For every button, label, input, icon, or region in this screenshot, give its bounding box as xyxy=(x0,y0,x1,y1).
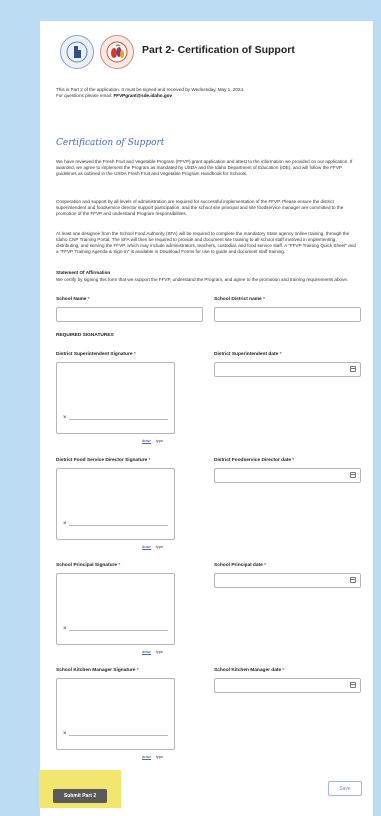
food-service-director-signature-label: District Food Service Director Signature… xyxy=(56,458,151,463)
contact-email-link[interactable]: FFVPgrant@sde.idaho.gov xyxy=(113,93,172,98)
superintendent-date-input[interactable] xyxy=(214,362,361,377)
affirmation-text: We certify by signing this form that we … xyxy=(56,277,349,282)
signature-x-mark: × xyxy=(63,626,67,632)
ffvp-logo xyxy=(100,35,134,69)
principal-signature-pad[interactable]: × xyxy=(56,573,175,645)
signature-line xyxy=(69,419,168,420)
form-header: Part 2- Certification of Support xyxy=(54,35,359,71)
draw-tab[interactable]: draw xyxy=(142,754,151,760)
signature-x-mark: × xyxy=(63,521,67,527)
superintendent-signature-label: District Superintendent Signature * xyxy=(56,352,136,357)
draw-tab[interactable]: draw xyxy=(142,544,151,550)
principal-date-label: School Principal date * xyxy=(214,563,266,568)
district-name-input[interactable] xyxy=(214,307,361,322)
contact-line: For questions please email: FFVPgrant@sd… xyxy=(56,93,356,99)
foodservice-director-date-input[interactable] xyxy=(214,468,361,483)
food-service-director-signature-pad[interactable]: × xyxy=(56,468,175,540)
draw-tab[interactable]: draw xyxy=(142,438,151,444)
kitchen-manager-signature-label: School Kitchen Manager Signature * xyxy=(56,668,139,673)
calendar-icon[interactable] xyxy=(350,682,356,688)
paragraph-training: At least one designee from the School Fo… xyxy=(56,231,356,254)
contact-prefix: For questions please email: xyxy=(56,93,114,98)
type-tab[interactable]: type xyxy=(156,438,164,443)
school-name-input[interactable] xyxy=(56,307,203,322)
paragraph-cooperation: Cooperation and support by all levels of… xyxy=(56,199,344,216)
section-title: Certification of Support xyxy=(56,138,165,148)
kitchen-manager-date-label: School Kitchen Manager date * xyxy=(214,668,285,673)
intro-text: This is Part 2 of the application. It mu… xyxy=(56,87,356,99)
page-title: Part 2- Certification of Support xyxy=(142,44,295,56)
calendar-icon[interactable] xyxy=(350,366,356,372)
school-name-label: School Name * xyxy=(56,297,90,302)
signature-x-mark: × xyxy=(63,731,67,737)
type-tab[interactable]: type xyxy=(156,649,164,654)
form-content: Part 2- Certification of Support This is… xyxy=(40,21,373,816)
submit-part-2-button[interactable]: Submit Part 2 xyxy=(53,789,107,803)
paragraph-review: We have reviewed the Fresh Fruit and Veg… xyxy=(56,159,353,176)
submit-highlight: Submit Part 2 xyxy=(39,770,121,808)
kitchen-manager-signature-tabs: draw type xyxy=(142,754,164,760)
save-button[interactable]: Save xyxy=(328,781,362,796)
signature-line xyxy=(69,735,168,736)
kitchen-manager-date-input[interactable] xyxy=(214,678,361,693)
idaho-department-of-education-logo xyxy=(60,35,94,69)
superintendent-date-label: District Superintendent date * xyxy=(214,352,282,357)
calendar-icon[interactable] xyxy=(350,577,356,583)
food-service-director-signature-tabs: draw type xyxy=(142,544,164,550)
foodservice-director-date-label: District Foodservice Director date * xyxy=(214,458,295,463)
type-tab[interactable]: type xyxy=(156,544,164,549)
kitchen-manager-signature-pad[interactable]: × xyxy=(56,678,175,750)
principal-date-input[interactable] xyxy=(214,573,361,588)
required-signatures-heading: REQUIRED SIGNATURES xyxy=(56,333,114,338)
calendar-icon[interactable] xyxy=(350,472,356,478)
signature-x-mark: × xyxy=(63,415,67,421)
draw-tab[interactable]: draw xyxy=(142,649,151,655)
signature-line xyxy=(69,630,168,631)
principal-signature-label: School Principal Signature * xyxy=(56,563,121,568)
type-tab[interactable]: type xyxy=(156,754,164,759)
principal-signature-tabs: draw type xyxy=(142,649,164,655)
signature-line xyxy=(69,525,168,526)
affirmation-heading: Statement Of Affirmation xyxy=(56,270,111,275)
superintendent-signature-tabs: draw type xyxy=(142,438,164,444)
district-name-label: School District name * xyxy=(214,297,265,302)
superintendent-signature-pad[interactable]: × xyxy=(56,362,175,434)
